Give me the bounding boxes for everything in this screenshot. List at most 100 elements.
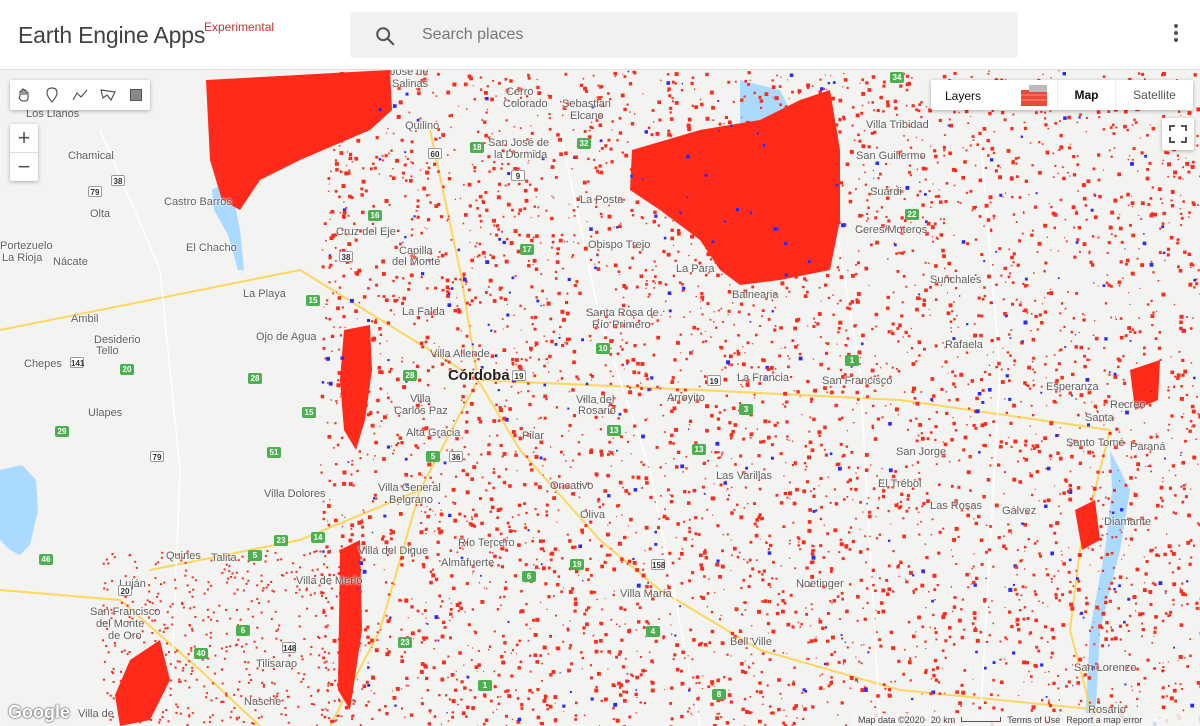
overlay-speck bbox=[416, 199, 420, 203]
overlay-speck bbox=[536, 299, 540, 303]
overlay-speck bbox=[865, 561, 867, 564]
overlay-speck bbox=[642, 463, 645, 466]
overlay-speck bbox=[1058, 505, 1060, 508]
overlay-speck bbox=[543, 457, 547, 461]
overlay-speck bbox=[446, 449, 448, 452]
overlay-speck bbox=[554, 270, 557, 273]
overlay-speck bbox=[425, 335, 430, 340]
overlay-speck bbox=[669, 702, 673, 705]
overlay-speck bbox=[988, 434, 991, 437]
overlay-speck bbox=[1052, 681, 1056, 685]
overlay-speck bbox=[780, 281, 785, 286]
overlay-speck bbox=[983, 225, 985, 227]
overlay-speck bbox=[636, 384, 639, 387]
overlay-speck bbox=[404, 151, 407, 154]
overlay-speck bbox=[834, 488, 837, 491]
overlay-speck bbox=[558, 337, 561, 339]
overlay-speck bbox=[352, 394, 355, 397]
map-canvas[interactable]: José de Salinas Los Llanos Cerro Colorado Seb… bbox=[0, 70, 1200, 726]
overlay-speck bbox=[1040, 636, 1043, 640]
overlay-speck bbox=[700, 102, 704, 107]
overlay-speck bbox=[601, 608, 604, 611]
overlay-speck bbox=[974, 626, 977, 629]
overlay-speck bbox=[1135, 362, 1138, 364]
overlay-speck bbox=[1146, 376, 1151, 381]
overlay-speck bbox=[843, 72, 845, 75]
overlay-speck bbox=[630, 122, 635, 126]
overlay-speck bbox=[577, 378, 580, 381]
overlay-speck bbox=[987, 548, 991, 552]
overlay-speck bbox=[750, 653, 753, 656]
overlay-speck bbox=[857, 350, 862, 355]
overlay-speck bbox=[1046, 466, 1051, 471]
overlay-speck bbox=[327, 435, 332, 439]
search-box[interactable] bbox=[350, 12, 1018, 58]
overlay-speck bbox=[810, 397, 814, 401]
overlay-speck bbox=[519, 304, 522, 307]
overlay-speck bbox=[1026, 384, 1030, 388]
overlay-speck bbox=[818, 485, 820, 487]
overlay-speck bbox=[1141, 635, 1143, 638]
overlay-speck bbox=[934, 631, 938, 635]
overlay-speck bbox=[567, 407, 570, 410]
overlay-speck bbox=[670, 433, 674, 437]
overlay-speck bbox=[555, 614, 557, 617]
overlay-speck bbox=[635, 629, 637, 631]
more-menu-icon[interactable] bbox=[1170, 24, 1182, 46]
overlay-speck bbox=[461, 469, 465, 473]
overlay-speck bbox=[762, 695, 764, 698]
overlay-speck bbox=[739, 515, 744, 520]
overlay-speck bbox=[397, 229, 400, 232]
overlay-speck bbox=[405, 676, 409, 680]
overlay-speck bbox=[906, 351, 908, 353]
overlay-speck bbox=[537, 215, 540, 217]
overlay-speck bbox=[604, 697, 608, 702]
search-icon[interactable] bbox=[374, 25, 396, 47]
overlay-speck bbox=[445, 278, 450, 283]
overlay-speck bbox=[422, 417, 425, 420]
overlay-speck bbox=[812, 263, 815, 265]
overlay-speck bbox=[502, 215, 505, 218]
overlay-speck bbox=[391, 582, 394, 585]
overlay-speck bbox=[331, 350, 333, 352]
overlay-speck bbox=[1112, 566, 1115, 569]
overlay-speck bbox=[719, 244, 723, 248]
search-input[interactable] bbox=[422, 22, 982, 48]
overlay-speck bbox=[791, 682, 795, 686]
overlay-speck bbox=[829, 567, 834, 571]
overlay-speck bbox=[650, 688, 655, 693]
overlay-speck bbox=[1113, 636, 1118, 641]
overlay-speck bbox=[647, 126, 651, 129]
overlay-speck bbox=[989, 464, 992, 467]
overlay-speck bbox=[1008, 379, 1011, 383]
overlay-speck bbox=[376, 398, 380, 403]
overlay-speck bbox=[795, 487, 799, 492]
overlay-speck bbox=[1153, 583, 1157, 586]
overlay-speck bbox=[759, 538, 761, 540]
overlay-speck bbox=[822, 124, 827, 129]
overlay-speck bbox=[696, 327, 699, 331]
overlay-speck bbox=[497, 228, 500, 231]
overlay-speck bbox=[441, 133, 446, 137]
overlay-speck bbox=[630, 208, 634, 212]
overlay-speck bbox=[679, 196, 683, 200]
overlay-speck bbox=[645, 620, 649, 624]
overlay-speck bbox=[640, 387, 643, 390]
overlay-speck bbox=[1062, 72, 1066, 76]
overlay-speck bbox=[1072, 664, 1074, 666]
overlay-speck bbox=[870, 700, 873, 703]
overlay-speck bbox=[793, 193, 798, 198]
overlay-speck bbox=[670, 686, 674, 690]
overlay-speck bbox=[429, 508, 432, 511]
overlay-speck bbox=[1091, 401, 1093, 403]
overlay-speck bbox=[1110, 581, 1114, 585]
overlay-speck bbox=[1190, 404, 1195, 409]
overlay-speck bbox=[972, 423, 976, 428]
overlay-speck bbox=[1054, 593, 1058, 597]
overlay-speck bbox=[1057, 172, 1059, 175]
overlay-speck bbox=[552, 159, 556, 162]
overlay-speck bbox=[1059, 709, 1062, 712]
overlay-speck bbox=[1124, 109, 1128, 114]
overlay-speck bbox=[1110, 637, 1114, 641]
overlay-speck bbox=[421, 697, 423, 699]
